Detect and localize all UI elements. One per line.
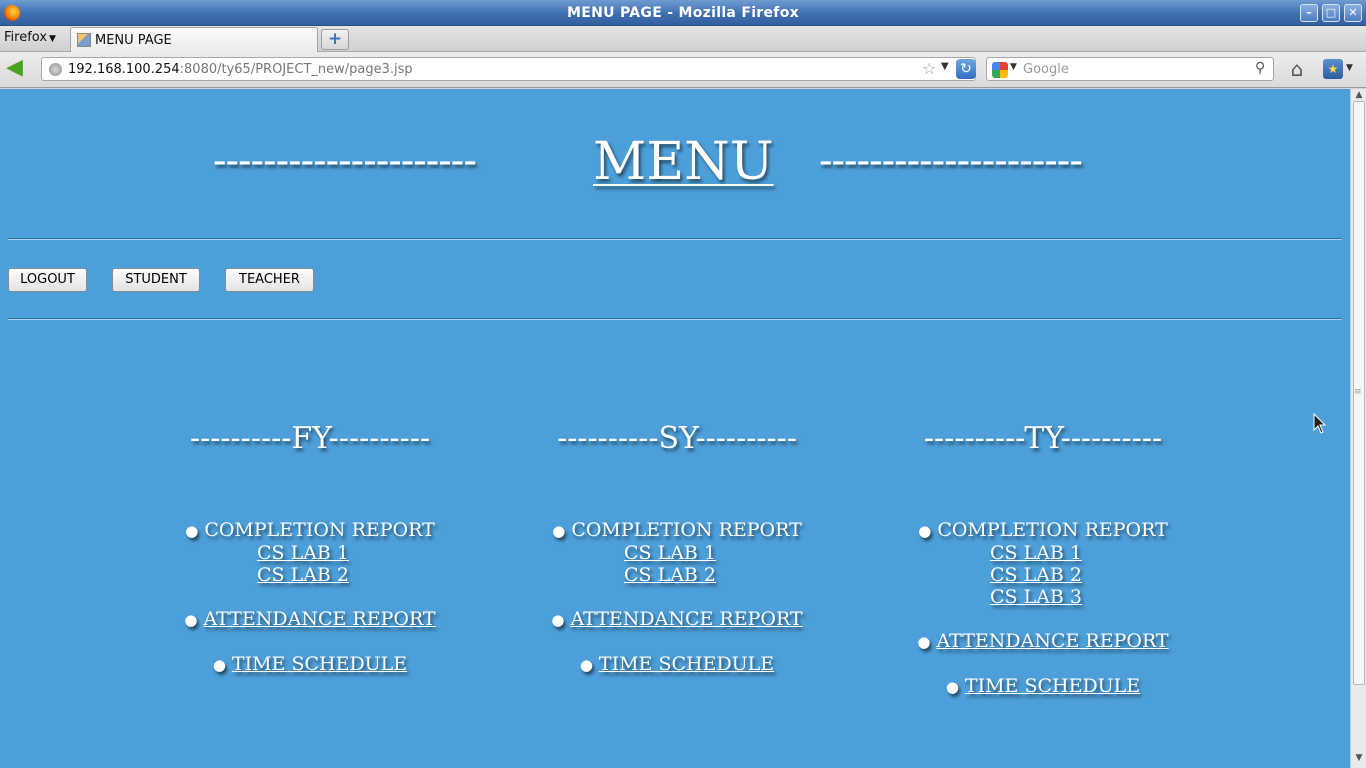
history-dropdown-icon[interactable]: ▼ — [941, 61, 949, 72]
maximize-button[interactable]: □ — [1322, 4, 1340, 22]
minimize-button[interactable]: – — [1300, 4, 1318, 22]
sy-completion-label: COMPLETION REPORT — [571, 519, 802, 541]
bullet-icon: ● — [212, 656, 226, 674]
sy-attendance-report-link[interactable]: ATTENDANCE REPORT — [571, 608, 803, 630]
bullet-icon: ● — [551, 611, 565, 629]
fy-attendance-report-link[interactable]: ATTENDANCE REPORT — [204, 608, 436, 630]
sy-cs-lab-2-link[interactable]: CS LAB 2 — [463, 564, 877, 586]
list-item: ● COMPLETION REPORT CS LAB 1 CS LAB 2 — [110, 519, 510, 586]
ty-heading: ----------TY---------- — [923, 421, 1163, 456]
list-item: ● TIME SCHEDULE — [110, 653, 510, 676]
url-bar[interactable]: 192.168.100.254:8080/ty65/PROJECT_new/pa… — [41, 57, 976, 81]
bookmarks-dropdown-icon[interactable]: ▼ — [1346, 63, 1353, 73]
search-bar[interactable]: ▼ ⚲ — [986, 57, 1274, 81]
url-text[interactable]: 192.168.100.254:8080/ty65/PROJECT_new/pa… — [68, 62, 413, 77]
tab-bar: Firefox ▼ MENU PAGE + — [0, 26, 1366, 52]
page-content: --------------------- MENU -------------… — [0, 89, 1350, 768]
fy-cs-lab-1-link[interactable]: CS LAB 1 — [96, 542, 510, 564]
fy-link-list: ● COMPLETION REPORT CS LAB 1 CS LAB 2 ● AT… — [110, 519, 510, 676]
engine-dropdown-icon[interactable]: ▼ — [1010, 62, 1017, 72]
scrollbar-grip-icon: ≡ — [1354, 387, 1362, 397]
sy-cs-lab-1-link[interactable]: CS LAB 1 — [463, 542, 877, 564]
google-engine-icon[interactable] — [992, 62, 1008, 78]
bullet-icon: ● — [184, 611, 198, 629]
home-icon[interactable]: ⌂ — [1284, 58, 1310, 82]
top-divider — [8, 238, 1342, 240]
ty-completion-label: COMPLETION REPORT — [937, 519, 1168, 541]
bullet-icon: ● — [918, 522, 932, 540]
vertical-scrollbar[interactable]: ▲ ≡ ▼ — [1350, 89, 1366, 768]
logout-button[interactable]: LOGOUT — [8, 268, 87, 292]
tab-label: MENU PAGE — [95, 33, 172, 48]
fy-time-schedule-link[interactable]: TIME SCHEDULE — [232, 653, 407, 675]
url-host: 192.168.100.254 — [68, 62, 180, 77]
sy-heading: ----------SY---------- — [557, 421, 797, 456]
bottom-divider — [8, 318, 1342, 320]
url-path: :8080/ty65/PROJECT_new/page3.jsp — [179, 62, 413, 77]
list-item: ● COMPLETION REPORT CS LAB 1 CS LAB 2 CS … — [843, 519, 1243, 608]
chevron-down-icon: ▼ — [49, 34, 56, 44]
ty-cs-lab-1-link[interactable]: CS LAB 1 — [829, 542, 1243, 564]
search-input[interactable] — [1023, 61, 1243, 77]
bullet-icon: ● — [917, 633, 931, 651]
new-tab-button[interactable]: + — [321, 29, 349, 50]
bullet-icon: ● — [945, 678, 959, 696]
student-button[interactable]: STUDENT — [112, 268, 200, 292]
tab-menu-page[interactable]: MENU PAGE — [70, 27, 318, 52]
reload-icon[interactable]: ↻ — [956, 59, 976, 79]
page-title[interactable]: MENU — [593, 132, 774, 192]
ty-link-list: ● COMPLETION REPORT CS LAB 1 CS LAB 2 CS … — [843, 519, 1243, 698]
sy-column: ----------SY---------- ● COMPLETION REPOR… — [477, 421, 877, 698]
bookmark-star-icon[interactable]: ☆ — [922, 59, 936, 78]
list-item: ● ATTENDANCE REPORT — [843, 630, 1243, 653]
sy-link-list: ● COMPLETION REPORT CS LAB 1 CS LAB 2 ● AT… — [477, 519, 877, 676]
site-identity-icon[interactable] — [49, 63, 62, 76]
ty-column: ----------TY---------- ● COMPLETION REPOR… — [843, 421, 1243, 720]
ty-cs-lab-3-link[interactable]: CS LAB 3 — [829, 586, 1243, 608]
window-titlebar: MENU PAGE - Mozilla Firefox – □ ✕ — [0, 0, 1366, 26]
firefox-menu-button[interactable]: Firefox ▼ — [4, 30, 56, 45]
window-title: MENU PAGE - Mozilla Firefox — [567, 5, 799, 21]
navigation-bar: ◀ 192.168.100.254:8080/ty65/PROJECT_new/… — [0, 52, 1366, 88]
fy-heading: ----------FY---------- — [189, 421, 431, 456]
scroll-down-icon[interactable]: ▼ — [1354, 753, 1364, 763]
mouse-cursor-icon — [1313, 413, 1327, 434]
search-icon[interactable]: ⚲ — [1255, 60, 1265, 76]
header-left-dashes: --------------------- — [213, 138, 477, 184]
ty-attendance-report-link[interactable]: ATTENDANCE REPORT — [937, 630, 1169, 652]
bullet-icon: ● — [552, 522, 566, 540]
close-window-button[interactable]: ✕ — [1344, 4, 1362, 22]
bullet-icon: ● — [185, 522, 199, 540]
bullet-icon: ● — [579, 656, 593, 674]
fy-completion-label: COMPLETION REPORT — [204, 519, 435, 541]
firefox-menu-label: Firefox — [4, 30, 48, 45]
page-favicon-icon — [77, 33, 91, 47]
ty-time-schedule-link[interactable]: TIME SCHEDULE — [965, 675, 1140, 697]
list-item: ● COMPLETION REPORT CS LAB 1 CS LAB 2 — [477, 519, 877, 586]
list-item: ● ATTENDANCE REPORT — [477, 608, 877, 631]
teacher-button[interactable]: TEACHER — [225, 268, 314, 292]
ty-cs-lab-2-link[interactable]: CS LAB 2 — [829, 564, 1243, 586]
list-item: ● TIME SCHEDULE — [477, 653, 877, 676]
scroll-up-icon[interactable]: ▲ — [1354, 90, 1364, 100]
list-item: ● TIME SCHEDULE — [843, 675, 1243, 698]
fy-cs-lab-2-link[interactable]: CS LAB 2 — [96, 564, 510, 586]
fy-column: ----------FY---------- ● COMPLETION REPOR… — [110, 421, 510, 698]
list-item: ● ATTENDANCE REPORT — [110, 608, 510, 631]
bookmarks-icon[interactable]: ★ — [1323, 59, 1343, 79]
header-right-dashes: --------------------- — [819, 138, 1083, 184]
sy-time-schedule-link[interactable]: TIME SCHEDULE — [599, 653, 774, 675]
menu-header: --------------------- MENU -------------… — [0, 132, 1350, 192]
back-arrow-icon[interactable]: ◀ — [6, 57, 30, 80]
